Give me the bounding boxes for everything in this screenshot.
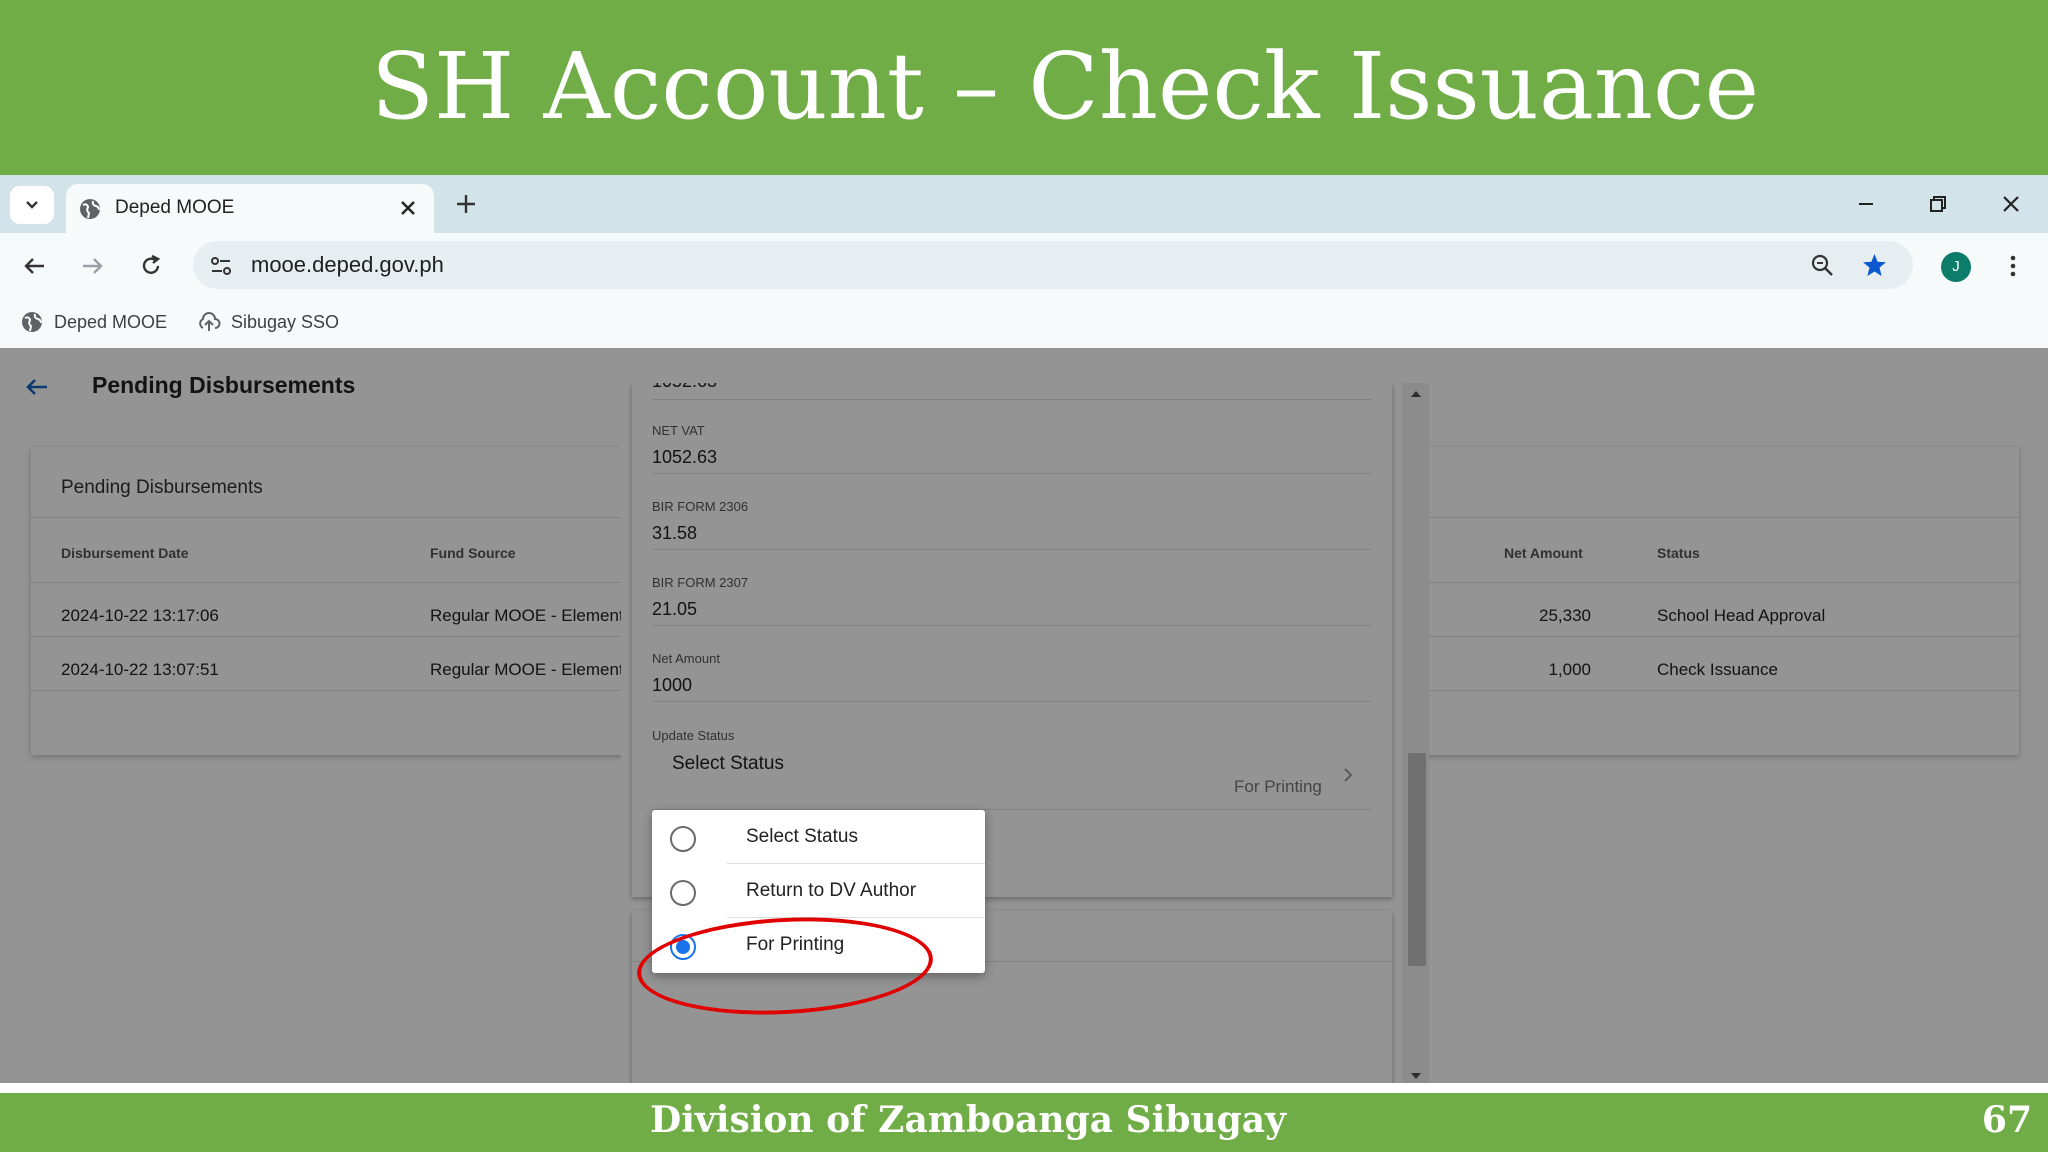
close-icon[interactable] <box>396 196 420 220</box>
chevron-down-icon <box>26 201 38 209</box>
new-tab-plus-icon[interactable] <box>454 192 478 216</box>
modal-backdrop[interactable] <box>0 348 2048 1083</box>
page-number: 67 <box>1981 1099 2032 1141</box>
minimize-icon[interactable] <box>1852 190 1880 218</box>
bookmark-label: Deped MOOE <box>54 311 168 332</box>
tab-title: Deped MOOE <box>115 197 235 218</box>
profile-avatar[interactable]: J <box>1941 252 1971 282</box>
tab-deped-mooe[interactable]: Deped MOOE <box>66 184 434 233</box>
back-arrow-icon[interactable] <box>22 253 48 279</box>
zoom-icon[interactable] <box>1809 252 1836 279</box>
restore-icon[interactable] <box>1924 190 1952 218</box>
window-close-icon[interactable] <box>1997 190 2025 218</box>
option-select-status[interactable]: Select Status <box>652 810 985 864</box>
globe-icon <box>80 199 100 219</box>
site-settings-icon[interactable] <box>208 253 234 279</box>
title-band: SH Account – Check Issuance <box>0 0 2048 175</box>
browser-toolbar: mooe.deped.gov.ph J <box>0 233 2048 298</box>
option-label: Select Status <box>746 826 858 847</box>
bookmark-sibugay-sso[interactable]: Sibugay SSO <box>197 307 339 337</box>
bookmark-label: Sibugay SSO <box>231 311 340 332</box>
slide-title: SH Account – Check Issuance <box>370 33 1760 140</box>
tab-search-button[interactable] <box>10 186 54 224</box>
forward-arrow-icon[interactable] <box>79 253 105 279</box>
more-menu-icon[interactable] <box>2000 253 2026 279</box>
address-bar[interactable]: mooe.deped.gov.ph <box>193 241 1913 289</box>
footer-band: Division of Zamboanga Sibugay 67 <box>0 1093 2048 1152</box>
footer-gap <box>0 1083 2048 1093</box>
browser-tab-strip: Deped MOOE <box>0 175 2048 233</box>
bookmarks-bar: Deped MOOE Sibugay SSO <box>0 298 2048 348</box>
reload-icon[interactable] <box>138 253 164 279</box>
option-return-to-dv-author[interactable]: Return to DV Author <box>652 864 985 918</box>
web-page: Pending Disbursements Pending Disburseme… <box>0 348 2048 1083</box>
bookmark-deped-mooe[interactable]: Deped MOOE <box>20 307 167 337</box>
cloud-upload-icon <box>199 312 221 331</box>
radio-button[interactable] <box>670 880 696 906</box>
url-text: mooe.deped.gov.ph <box>251 252 444 277</box>
slide: SH Account – Check Issuance Deped MOOE m… <box>0 0 2048 1152</box>
globe-icon <box>22 312 42 332</box>
bookmark-star-icon[interactable] <box>1861 252 1888 279</box>
footer-text: Division of Zamboanga Sibugay <box>649 1099 1287 1141</box>
option-label: Return to DV Author <box>746 880 917 901</box>
radio-button[interactable] <box>670 826 696 852</box>
